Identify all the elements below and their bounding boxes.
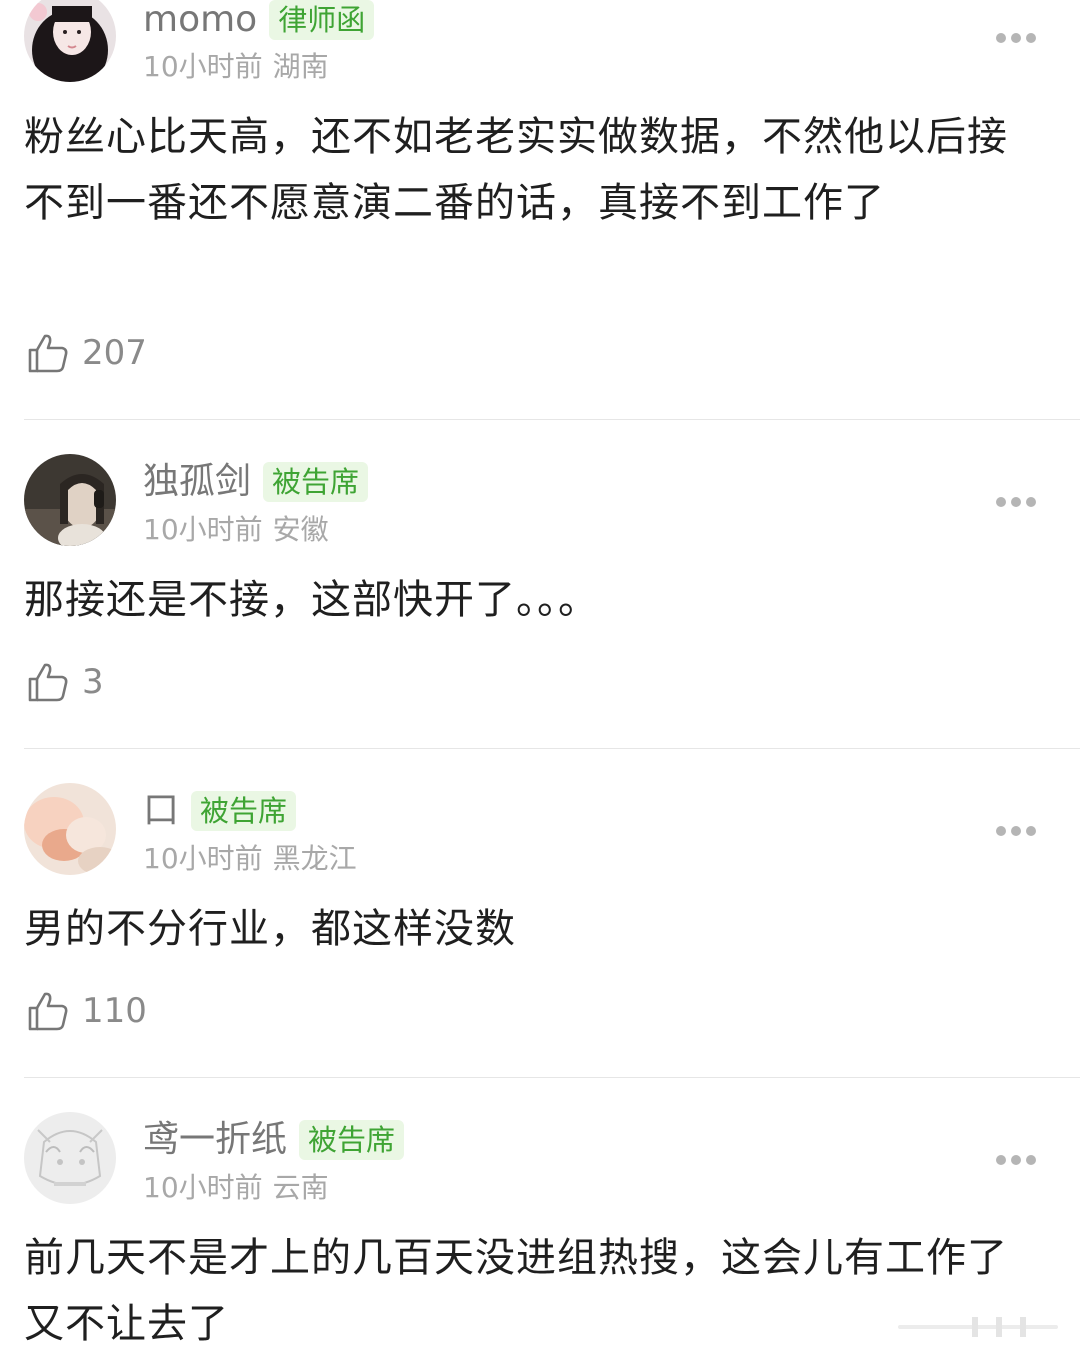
like-button[interactable]: 110 — [26, 988, 147, 1034]
avatar[interactable] — [24, 1112, 116, 1204]
comment-location: 黑龙江 — [272, 842, 357, 875]
comment-text: 粉丝心比天高，还不如老老实实做数据，不然他以后接不到一番还不愿意演二番的话，真接… — [24, 114, 1008, 226]
avatar[interactable] — [24, 454, 116, 546]
thumbs-up-icon — [28, 663, 68, 702]
comment-meta: 10小时前 湖南 — [143, 49, 329, 85]
comment-time: 10小时前 — [143, 50, 263, 83]
comment-location: 湖南 — [272, 50, 329, 83]
avatar[interactable] — [24, 0, 116, 82]
user-badge: 被告席 — [263, 462, 369, 502]
comment-text: 前几天不是才上的几百天没进组热搜，这会儿有工作了又不让去了 — [24, 1235, 1008, 1347]
avatar[interactable] — [24, 783, 116, 875]
more-dots-icon[interactable] — [996, 1154, 1036, 1166]
username[interactable]: 口 — [143, 787, 179, 835]
more-dots-icon[interactable] — [996, 825, 1036, 837]
username-row: 独孤剑 被告席 — [143, 458, 369, 506]
like-count: 207 — [82, 333, 147, 373]
more-dots-icon[interactable] — [996, 496, 1036, 508]
divider — [24, 1077, 1080, 1078]
username[interactable]: 鸢一折纸 — [143, 1116, 287, 1164]
like-button[interactable]: 3 — [26, 659, 104, 705]
divider — [24, 419, 1080, 420]
comment-time: 10小时前 — [143, 513, 263, 546]
comment-meta: 10小时前 安徽 — [143, 512, 329, 548]
username-row: 鸢一折纸 被告席 — [143, 1116, 405, 1164]
username-row: 口 被告席 — [143, 787, 297, 835]
comment-meta: 10小时前 黑龙江 — [143, 841, 357, 877]
divider — [24, 748, 1080, 749]
comment-location: 安徽 — [272, 513, 329, 546]
username-row: momo 律师函 — [143, 0, 375, 44]
user-badge: 被告席 — [299, 1120, 405, 1160]
watermark-logo — [898, 1317, 1058, 1337]
like-count: 3 — [82, 662, 104, 702]
like-count: 110 — [82, 991, 147, 1031]
comment-time: 10小时前 — [143, 842, 263, 875]
username[interactable]: 独孤剑 — [143, 458, 251, 506]
comment-text: 那接还是不接，这部快开了。。。 — [24, 577, 599, 623]
comment-meta: 10小时前 云南 — [143, 1170, 329, 1206]
username[interactable]: momo — [143, 0, 257, 44]
user-badge: 被告席 — [191, 791, 297, 831]
more-dots-icon[interactable] — [996, 32, 1036, 44]
user-badge: 律师函 — [269, 0, 375, 40]
comment-location: 云南 — [272, 1171, 329, 1204]
like-button[interactable]: 207 — [26, 330, 147, 376]
comment-text: 男的不分行业，都这样没数 — [24, 906, 516, 952]
comment-time: 10小时前 — [143, 1171, 263, 1204]
thumbs-up-icon — [28, 334, 68, 373]
thumbs-up-icon — [28, 992, 68, 1031]
